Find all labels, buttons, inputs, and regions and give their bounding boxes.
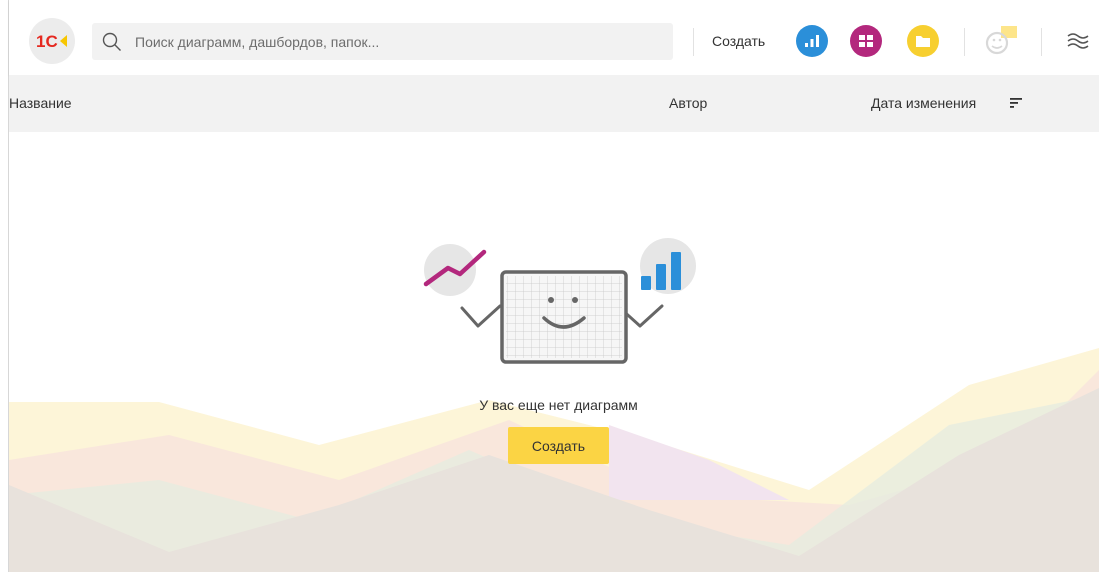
top-bar: 1C Создать [9,0,1099,75]
create-dashboard-button[interactable] [850,25,882,57]
divider [693,28,694,56]
feedback-smiley-icon [985,26,1017,55]
chart-icon [805,35,819,47]
divider [964,28,965,56]
empty-state-illustration [423,238,696,364]
divider [1041,28,1042,56]
column-header-author[interactable]: Автор [669,95,707,111]
column-header-name[interactable]: Название [9,95,72,111]
empty-state-message: У вас еще нет диаграмм [479,397,638,413]
create-button[interactable]: Создать [508,427,609,464]
create-folder-button[interactable] [907,25,939,57]
search-box[interactable] [92,23,673,60]
feedback-button[interactable] [981,24,1021,58]
create-label: Создать [712,33,766,49]
search-icon [102,32,121,51]
logo-1c[interactable]: 1C [29,18,75,64]
sort-icon[interactable] [1009,97,1023,109]
column-header-date[interactable]: Дата изменения [871,95,976,111]
search-input[interactable] [135,23,655,60]
logo-1c-icon: 1C [36,32,67,51]
svg-text:1C: 1C [36,32,58,51]
folder-icon [916,36,930,47]
dashboard-icon [859,35,873,47]
create-chart-button[interactable] [796,25,828,57]
waves-menu-icon[interactable] [1066,30,1090,52]
table-header: Название Автор Дата изменения [9,75,1099,132]
